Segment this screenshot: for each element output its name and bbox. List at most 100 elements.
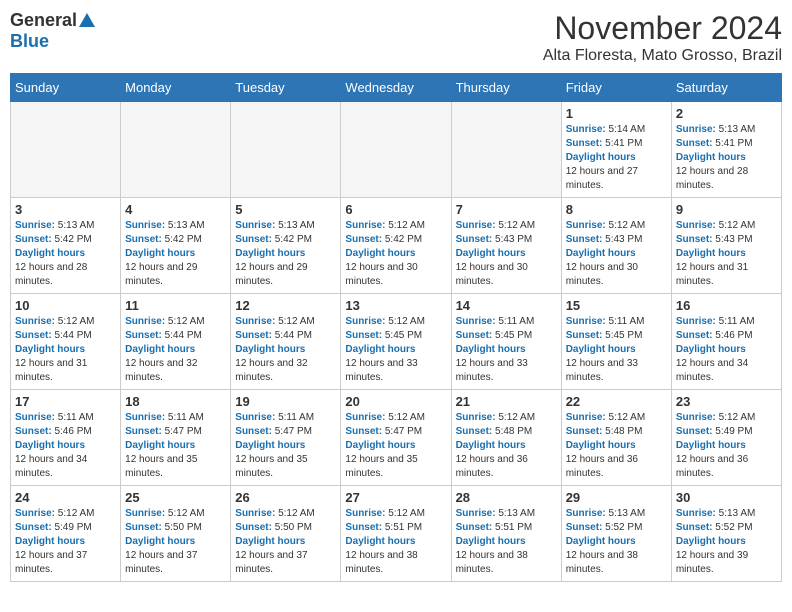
day-info: Sunrise: 5:13 AMSunset: 5:41 PMDaylight … xyxy=(676,123,777,193)
day-info: Sunrise: 5:11 AMSunset: 5:46 PMDaylight … xyxy=(676,315,777,385)
calendar-cell: 15Sunrise: 5:11 AMSunset: 5:45 PMDayligh… xyxy=(561,294,671,390)
calendar-cell: 5 Sunrise: 5:13 AMSunset: 5:42 PMDaylight… xyxy=(231,198,341,294)
month-title: November 2024 xyxy=(543,10,782,47)
calendar-week-4: 17 Sunrise: 5:11 AMSunset: 5:46 PMDayligh… xyxy=(11,390,782,486)
day-info: Sunrise: 5:12 AMSunset: 5:48 PMDaylight … xyxy=(456,411,557,481)
calendar-cell: 18Sunrise: 5:11 AMSunset: 5:47 PMDayligh… xyxy=(121,390,231,486)
day-info: Sunrise: 5:12 AMSunset: 5:49 PMDaylight … xyxy=(676,411,777,481)
day-number: 7 xyxy=(456,202,557,217)
day-info: Sunrise: 5:13 AMSunset: 5:52 PMDaylight … xyxy=(566,507,667,577)
day-info: Sunrise: 5:14 AMSunset: 5:41 PMDaylight … xyxy=(566,123,667,193)
calendar-cell xyxy=(11,102,121,198)
day-info: Sunrise: 5:12 AMSunset: 5:42 PMDaylight … xyxy=(345,219,446,289)
logo-triangle-icon xyxy=(79,13,95,27)
day-info: Sunrise: 5:12 AMSunset: 5:50 PMDaylight … xyxy=(235,507,336,577)
day-info: Sunrise: 5:12 AMSunset: 5:50 PMDaylight … xyxy=(125,507,226,577)
day-info: Sunrise: 5:13 AMSunset: 5:51 PMDaylight … xyxy=(456,507,557,577)
calendar-cell: 8 Sunrise: 5:12 AMSunset: 5:43 PMDaylight… xyxy=(561,198,671,294)
calendar-week-2: 3 Sunrise: 5:13 AMSunset: 5:42 PMDaylight… xyxy=(11,198,782,294)
calendar-cell: 13 Sunrise: 5:12 AMSunset: 5:45 PMDayligh… xyxy=(341,294,451,390)
calendar-cell: 3 Sunrise: 5:13 AMSunset: 5:42 PMDaylight… xyxy=(11,198,121,294)
day-number: 27 xyxy=(345,490,446,505)
day-number: 17 xyxy=(15,394,116,409)
calendar-header-tuesday: Tuesday xyxy=(231,74,341,102)
calendar-cell: 25 Sunrise: 5:12 AMSunset: 5:50 PMDayligh… xyxy=(121,486,231,582)
calendar-cell: 11Sunrise: 5:12 AMSunset: 5:44 PMDayligh… xyxy=(121,294,231,390)
location-title: Alta Floresta, Mato Grosso, Brazil xyxy=(543,47,782,65)
day-info: Sunrise: 5:13 AMSunset: 5:42 PMDaylight … xyxy=(125,219,226,289)
calendar-cell xyxy=(121,102,231,198)
logo: General Blue xyxy=(10,10,95,52)
day-number: 28 xyxy=(456,490,557,505)
day-number: 12 xyxy=(235,298,336,313)
day-info: Sunrise: 5:11 AMSunset: 5:45 PMDaylight … xyxy=(566,315,667,385)
calendar-table: SundayMondayTuesdayWednesdayThursdayFrid… xyxy=(10,73,782,582)
calendar-cell: 27Sunrise: 5:12 AMSunset: 5:51 PMDayligh… xyxy=(341,486,451,582)
calendar-cell: 4Sunrise: 5:13 AMSunset: 5:42 PMDaylight… xyxy=(121,198,231,294)
day-number: 30 xyxy=(676,490,777,505)
day-info: Sunrise: 5:11 AMSunset: 5:47 PMDaylight … xyxy=(235,411,336,481)
day-number: 23 xyxy=(676,394,777,409)
calendar-header-wednesday: Wednesday xyxy=(341,74,451,102)
calendar-header-thursday: Thursday xyxy=(451,74,561,102)
page-header: General Blue November 2024 Alta Floresta… xyxy=(10,10,782,65)
logo-general-text: General xyxy=(10,10,77,31)
day-number: 1 xyxy=(566,106,667,121)
day-number: 3 xyxy=(15,202,116,217)
calendar-header-sunday: Sunday xyxy=(11,74,121,102)
day-info: Sunrise: 5:12 AMSunset: 5:48 PMDaylight … xyxy=(566,411,667,481)
day-info: Sunrise: 5:12 AMSunset: 5:43 PMDaylight … xyxy=(566,219,667,289)
calendar-cell: 7Sunrise: 5:12 AMSunset: 5:43 PMDaylight… xyxy=(451,198,561,294)
day-number: 8 xyxy=(566,202,667,217)
calendar-cell xyxy=(341,102,451,198)
calendar-cell: 2 Sunrise: 5:13 AMSunset: 5:41 PMDaylight… xyxy=(671,102,781,198)
day-number: 25 xyxy=(125,490,226,505)
calendar-cell: 29 Sunrise: 5:13 AMSunset: 5:52 PMDayligh… xyxy=(561,486,671,582)
day-info: Sunrise: 5:11 AMSunset: 5:45 PMDaylight … xyxy=(456,315,557,385)
day-number: 22 xyxy=(566,394,667,409)
day-info: Sunrise: 5:12 AMSunset: 5:43 PMDaylight … xyxy=(676,219,777,289)
calendar-cell: 1 Sunrise: 5:14 AMSunset: 5:41 PMDaylight… xyxy=(561,102,671,198)
day-info: Sunrise: 5:13 AMSunset: 5:42 PMDaylight … xyxy=(15,219,116,289)
day-number: 13 xyxy=(345,298,446,313)
day-number: 19 xyxy=(235,394,336,409)
day-number: 16 xyxy=(676,298,777,313)
day-number: 2 xyxy=(676,106,777,121)
day-number: 14 xyxy=(456,298,557,313)
calendar-cell: 30Sunrise: 5:13 AMSunset: 5:52 PMDayligh… xyxy=(671,486,781,582)
title-section: November 2024 Alta Floresta, Mato Grosso… xyxy=(543,10,782,65)
day-info: Sunrise: 5:12 AMSunset: 5:45 PMDaylight … xyxy=(345,315,446,385)
day-number: 10 xyxy=(15,298,116,313)
day-info: Sunrise: 5:13 AMSunset: 5:42 PMDaylight … xyxy=(235,219,336,289)
day-number: 26 xyxy=(235,490,336,505)
calendar-cell xyxy=(451,102,561,198)
calendar-cell: 26 Sunrise: 5:12 AMSunset: 5:50 PMDayligh… xyxy=(231,486,341,582)
day-info: Sunrise: 5:12 AMSunset: 5:44 PMDaylight … xyxy=(15,315,116,385)
calendar-header-row: SundayMondayTuesdayWednesdayThursdayFrid… xyxy=(11,74,782,102)
calendar-cell xyxy=(231,102,341,198)
day-number: 5 xyxy=(235,202,336,217)
day-number: 24 xyxy=(15,490,116,505)
calendar-cell: 24Sunrise: 5:12 AMSunset: 5:49 PMDayligh… xyxy=(11,486,121,582)
logo-blue-text: Blue xyxy=(10,31,49,52)
calendar-cell: 16 Sunrise: 5:11 AMSunset: 5:46 PMDayligh… xyxy=(671,294,781,390)
calendar-cell: 6 Sunrise: 5:12 AMSunset: 5:42 PMDaylight… xyxy=(341,198,451,294)
calendar-cell: 21Sunrise: 5:12 AMSunset: 5:48 PMDayligh… xyxy=(451,390,561,486)
calendar-header-monday: Monday xyxy=(121,74,231,102)
calendar-cell: 19 Sunrise: 5:11 AMSunset: 5:47 PMDayligh… xyxy=(231,390,341,486)
calendar-cell: 10 Sunrise: 5:12 AMSunset: 5:44 PMDayligh… xyxy=(11,294,121,390)
day-info: Sunrise: 5:11 AMSunset: 5:46 PMDaylight … xyxy=(15,411,116,481)
calendar-cell: 9 Sunrise: 5:12 AMSunset: 5:43 PMDaylight… xyxy=(671,198,781,294)
day-number: 29 xyxy=(566,490,667,505)
calendar-cell: 28 Sunrise: 5:13 AMSunset: 5:51 PMDayligh… xyxy=(451,486,561,582)
day-info: Sunrise: 5:11 AMSunset: 5:47 PMDaylight … xyxy=(125,411,226,481)
calendar-week-3: 10 Sunrise: 5:12 AMSunset: 5:44 PMDayligh… xyxy=(11,294,782,390)
day-number: 9 xyxy=(676,202,777,217)
day-info: Sunrise: 5:12 AMSunset: 5:47 PMDaylight … xyxy=(345,411,446,481)
day-number: 11 xyxy=(125,298,226,313)
calendar-week-1: 1 Sunrise: 5:14 AMSunset: 5:41 PMDaylight… xyxy=(11,102,782,198)
calendar-header-friday: Friday xyxy=(561,74,671,102)
day-number: 6 xyxy=(345,202,446,217)
calendar-cell: 23 Sunrise: 5:12 AMSunset: 5:49 PMDayligh… xyxy=(671,390,781,486)
calendar-cell: 20Sunrise: 5:12 AMSunset: 5:47 PMDayligh… xyxy=(341,390,451,486)
